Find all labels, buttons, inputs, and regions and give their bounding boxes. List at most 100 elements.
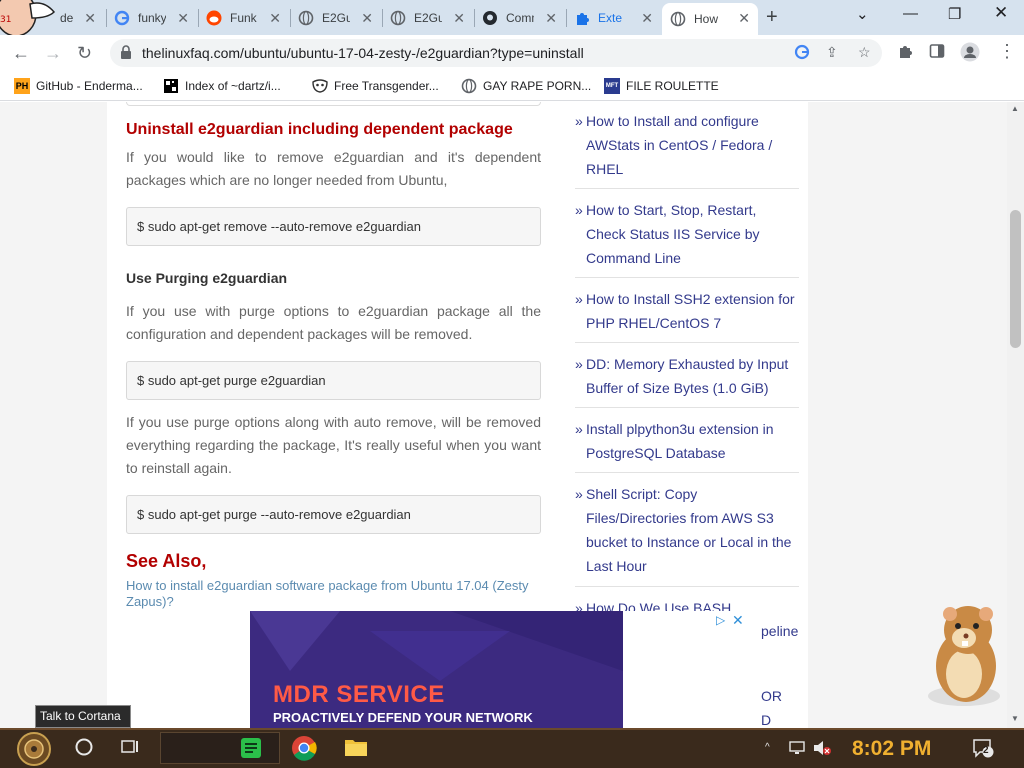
tab-label: How [694, 12, 719, 26]
sidebar-link-partial[interactable]: peline [761, 619, 801, 643]
see-also-link[interactable]: How to install e2guardian software packa… [126, 578, 541, 610]
tab-6[interactable]: Exte ✕ [566, 3, 661, 33]
bookmarks-bar: PH GitHub - Enderma... Index of ~dartz/i… [0, 71, 1024, 101]
close-icon[interactable]: ✕ [453, 10, 465, 27]
sidebar-divider [575, 277, 799, 278]
file-icon: MFT [604, 78, 620, 94]
tab-1[interactable]: funky ✕ [106, 3, 197, 33]
sidebar-marker: » [575, 486, 583, 502]
bookmark-star-icon[interactable]: ☆ [858, 44, 871, 61]
mask-icon [312, 78, 328, 94]
ad-banner[interactable]: MDR SERVICE PROACTIVELY DEFEND YOUR NETW… [250, 611, 623, 728]
web-page: Uninstall e2guardian including dependent… [0, 102, 1024, 728]
close-icon[interactable]: ✕ [641, 10, 653, 27]
minimize-icon[interactable]: — [903, 5, 918, 22]
sidebar-link-label: Shell Script: Copy Files/Directories fro… [586, 486, 792, 574]
url-text[interactable]: thelinuxfaq.com/ubuntu/ubuntu-17-04-zest… [142, 45, 584, 61]
side-panel-icon[interactable] [929, 43, 945, 64]
code-purge[interactable]: $ sudo apt-get purge e2guardian [126, 361, 541, 400]
tab-search-icon[interactable]: ⌄ [856, 5, 869, 23]
sidebar-link-partial[interactable]: D [761, 708, 801, 728]
address-bar[interactable]: thelinuxfaq.com/ubuntu/ubuntu-17-04-zest… [110, 39, 882, 67]
qr-icon [163, 78, 179, 94]
show-hidden-icons-icon[interactable]: ^ [765, 742, 770, 753]
volume-muted-icon[interactable] [812, 740, 832, 761]
close-icon[interactable]: ✕ [177, 10, 189, 27]
tab-5[interactable]: Comm ✕ [474, 3, 565, 33]
sidebar-marker: » [575, 421, 583, 437]
close-icon[interactable]: ✕ [738, 10, 750, 27]
sidebar-link[interactable]: » How to Start, Stop, Restart, Check Sta… [575, 198, 799, 270]
notification-count-badge: 2 [983, 745, 989, 756]
reddit-icon [206, 10, 222, 26]
bookmark-0[interactable]: PH GitHub - Enderma... [14, 78, 143, 94]
ph-icon: PH [14, 78, 30, 94]
google-icon [114, 10, 130, 26]
close-icon[interactable]: ✕ [361, 10, 373, 27]
close-icon[interactable]: ✕ [84, 10, 96, 27]
sidebar-marker: » [575, 356, 583, 372]
sidebar-link-label: How to Install and configure AWStats in … [586, 113, 773, 177]
restore-icon[interactable]: ❐ [948, 5, 961, 23]
globe-icon [461, 78, 477, 94]
lock-icon [120, 44, 132, 65]
cortana-tooltip: Talk to Cortana [35, 705, 131, 728]
bookmark-3[interactable]: GAY RAPE PORN... [461, 78, 591, 94]
menu-kebab-icon[interactable]: ⋮ [998, 41, 1016, 62]
ad-close-icon[interactable]: ✕ [732, 612, 744, 629]
task-view-icon[interactable] [120, 738, 140, 761]
tab-2[interactable]: Funk ✕ [198, 3, 289, 33]
sidebar-link-partial[interactable]: OR [761, 684, 801, 708]
globe-icon [390, 10, 406, 26]
bookmark-label: Free Transgender... [334, 79, 439, 93]
tab-4[interactable]: E2Gu ✕ [382, 3, 473, 33]
screen: de ✕ funky ✕ Funk ✕ E2Gu ✕ E2Gu ✕ Com ✕ … [0, 0, 1024, 768]
tab-7-active[interactable]: How ✕ [662, 3, 758, 35]
sidebar-link-label: D [761, 712, 772, 728]
close-window-icon[interactable]: ✕ [994, 3, 1008, 23]
desktop-hamster-image [920, 600, 1010, 712]
tab-label: Funk [230, 11, 257, 25]
tab-label: E2Gu [414, 11, 442, 25]
sidebar-link[interactable]: » Install plpython3u extension in Postgr… [575, 417, 799, 465]
chrome-icon[interactable] [291, 735, 317, 766]
file-explorer-icon[interactable] [344, 737, 368, 762]
close-icon[interactable]: ✕ [269, 10, 281, 27]
tab-3[interactable]: E2Gu ✕ [290, 3, 381, 33]
scroll-up-arrow-icon[interactable]: ▲ [1011, 104, 1019, 113]
bookmark-label: GitHub - Enderma... [36, 79, 143, 93]
scroll-down-arrow-icon[interactable]: ▼ [1011, 714, 1019, 723]
sidebar-link[interactable]: » DD: Memory Exhausted by Input Buffer o… [575, 352, 799, 400]
cortana-circle-icon[interactable] [74, 737, 94, 762]
share-icon[interactable]: ⇪ [826, 44, 838, 61]
start-button[interactable] [12, 731, 56, 768]
extensions-icon[interactable] [897, 43, 913, 63]
bookmark-label: Index of ~dartz/i... [185, 79, 281, 93]
reload-icon[interactable]: ↻ [77, 43, 92, 64]
sidebar-divider [575, 586, 799, 587]
code-purge-auto[interactable]: $ sudo apt-get purge --auto-remove e2gua… [126, 495, 541, 534]
forward-arrow-icon[interactable]: → [44, 43, 62, 64]
sidebar-link[interactable]: » How to Install and configure AWStats i… [575, 109, 799, 181]
desktop-character-image: 31 [0, 0, 62, 40]
back-arrow-icon[interactable]: ← [12, 43, 30, 64]
bookmark-2[interactable]: Free Transgender... [312, 78, 439, 94]
sidebar-link[interactable]: » Shell Script: Copy Files/Directories f… [575, 482, 799, 578]
bookmark-1[interactable]: Index of ~dartz/i... [163, 78, 281, 94]
scrollbar-thumb[interactable] [1010, 210, 1021, 348]
tab-label: Exte [598, 11, 623, 25]
advertisement[interactable]: MDR SERVICE PROACTIVELY DEFEND YOUR NETW… [126, 611, 746, 728]
google-lens-icon[interactable] [794, 44, 810, 63]
notes-app-icon[interactable] [240, 736, 262, 765]
taskbar-clock[interactable]: 8:02 PM [852, 737, 931, 761]
bookmark-4[interactable]: MFT FILE ROULETTE [604, 78, 719, 94]
new-tab-button[interactable]: + [766, 6, 778, 29]
taskbar-search-area[interactable] [160, 732, 280, 764]
profile-avatar-icon[interactable] [960, 42, 980, 67]
adchoices-icon[interactable]: ▷ [716, 613, 725, 627]
code-autoremove[interactable]: $ sudo apt-get remove --auto-remove e2gu… [126, 207, 541, 246]
tab-label: E2Gu [322, 11, 350, 25]
sidebar-link[interactable]: » How to Install SSH2 extension for PHP … [575, 287, 799, 335]
network-icon[interactable] [788, 740, 806, 761]
close-icon[interactable]: ✕ [545, 10, 557, 27]
